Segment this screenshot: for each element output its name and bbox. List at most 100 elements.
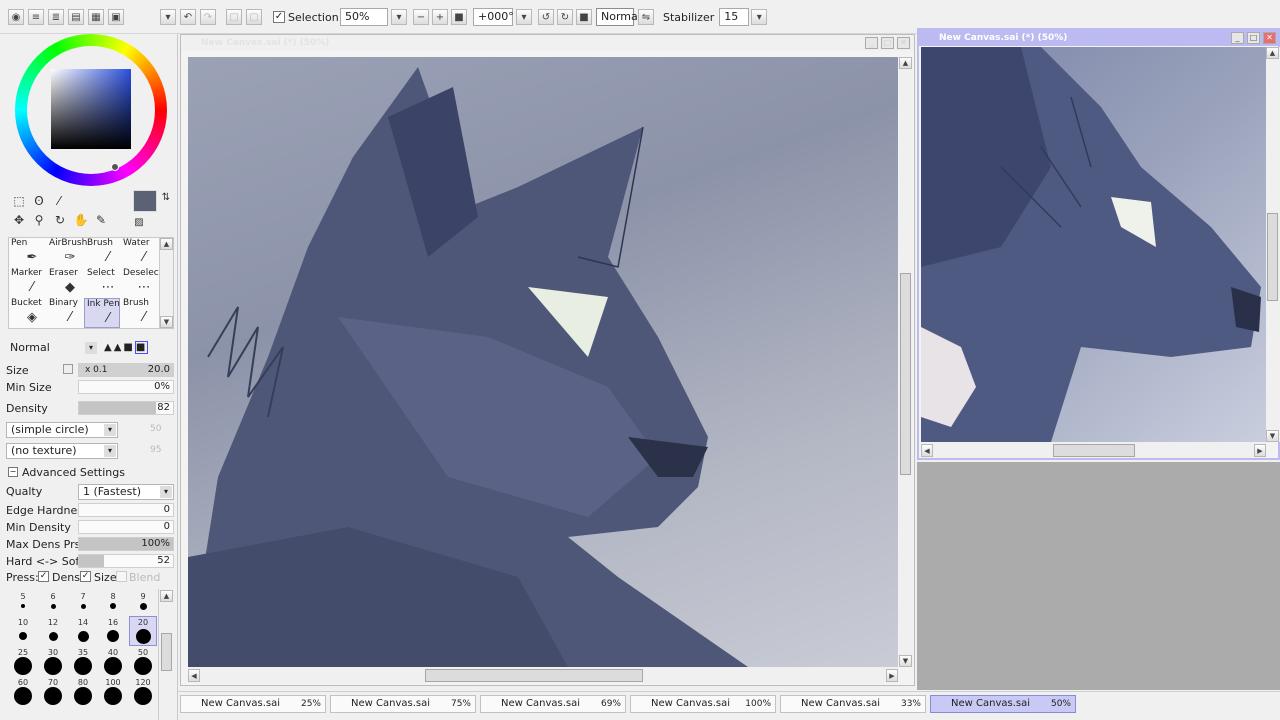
rotate-left-icon[interactable]: ↺ xyxy=(538,9,554,25)
selection-checkbox[interactable]: ✓ xyxy=(273,11,285,23)
soft-edge-icon[interactable]: ■ xyxy=(123,342,134,353)
scroll-up-icon[interactable]: ▲ xyxy=(1266,47,1279,59)
size-multiplier-checkbox[interactable] xyxy=(63,364,73,374)
advanced-settings-header[interactable]: − Advanced Settings xyxy=(6,465,174,481)
menu-arrow-icon[interactable]: ▾ xyxy=(160,9,176,25)
color-wheel-toggle-icon[interactable]: ◉ xyxy=(8,9,24,25)
close-icon[interactable]: ✕ xyxy=(897,37,910,49)
swatches-toggle-icon[interactable]: ▦ xyxy=(88,9,104,25)
rect-select-icon[interactable]: ⬚ xyxy=(12,194,26,208)
maximize-icon[interactable]: □ xyxy=(881,37,894,49)
minimize-icon[interactable]: _ xyxy=(1231,32,1244,44)
canvas-tab[interactable]: New Canvas.sai 69% xyxy=(480,695,626,713)
scroll-right-icon[interactable]: ▶ xyxy=(886,669,898,682)
brush-size-option[interactable] xyxy=(9,586,37,616)
zoom-tool-icon[interactable]: ⚲ xyxy=(32,213,46,227)
main-vertical-scrollbar[interactable]: ▲ ▼ xyxy=(899,57,913,667)
second-horizontal-scrollbar[interactable]: ◀ ▶ xyxy=(921,442,1266,458)
tool-brush[interactable]: Brush ⁄ xyxy=(85,238,121,268)
canvas-tab-active[interactable]: New Canvas.sai 50% xyxy=(930,695,1076,713)
rotation-field[interactable]: +000° xyxy=(473,8,514,26)
scroll-right-icon[interactable]: ▶ xyxy=(1254,444,1266,457)
main-horizontal-thumb[interactable] xyxy=(425,669,643,682)
stabilizer-field[interactable]: 15 xyxy=(719,8,750,26)
second-vertical-scrollbar[interactable]: ▲ ▼ xyxy=(1266,47,1280,442)
main-horizontal-scrollbar[interactable]: ◀ ▶ xyxy=(188,667,898,683)
selection-toggle[interactable]: ✓ Selection xyxy=(273,8,339,26)
hsv-slider-toggle-icon[interactable]: ≣ xyxy=(48,9,64,25)
canvas-tab[interactable]: New Canvas.sai 100% xyxy=(630,695,776,713)
scroll-up-icon[interactable]: ▲ xyxy=(160,590,173,602)
min-density-slider[interactable]: 0 xyxy=(78,520,174,534)
flat-edge-icon[interactable]: ■ xyxy=(134,341,149,354)
tool-deselect[interactable]: Deselect ⋯ xyxy=(121,268,162,298)
edge-hardness-slider[interactable]: 0 xyxy=(78,503,174,517)
canvas-tab[interactable]: New Canvas.sai 25% xyxy=(180,695,326,713)
tool-binary[interactable]: Binary ⁄ xyxy=(47,298,83,328)
maximize-icon[interactable]: □ xyxy=(1247,32,1260,44)
blend-mode-field[interactable]: Normal xyxy=(596,8,641,26)
brush-mode-dropdown[interactable]: Normal ▾ xyxy=(6,341,98,357)
canvas-tab[interactable]: New Canvas.sai 75% xyxy=(330,695,476,713)
tool-select[interactable]: Select ⋯ xyxy=(85,268,121,298)
rotation-dropdown-icon[interactable]: ▾ xyxy=(516,9,532,25)
scroll-down-icon[interactable]: ▼ xyxy=(1266,430,1279,442)
move-icon[interactable]: ✥ xyxy=(12,213,26,227)
zoom-field[interactable]: 50% xyxy=(340,8,388,26)
brush-size-option[interactable] xyxy=(129,586,157,616)
size-checkbox[interactable]: ✓ xyxy=(80,571,91,582)
tool-bucket[interactable]: Bucket ◈ xyxy=(9,298,45,328)
scroll-up-icon[interactable]: ▲ xyxy=(160,238,173,250)
hand-tool-icon[interactable]: ✋ xyxy=(74,213,89,227)
lasso-icon[interactable]: ʘ xyxy=(32,194,46,208)
tool-eraser[interactable]: Eraser ◆ xyxy=(47,268,83,298)
hard-edge-icon[interactable]: ▲ xyxy=(104,342,114,353)
hard-soft-slider[interactable]: 52 xyxy=(78,554,174,568)
brush-shape-dropdown[interactable]: (simple circle) ▾ xyxy=(6,422,118,438)
flip-horizontal-icon[interactable]: ⇋ xyxy=(638,9,654,25)
scroll-down-icon[interactable]: ▼ xyxy=(160,316,173,328)
main-canvas-artwork[interactable] xyxy=(188,57,898,667)
transparent-color-icon[interactable]: ▨ xyxy=(132,215,146,229)
scroll-down-icon[interactable]: ▼ xyxy=(899,655,912,667)
tool-airbrush[interactable]: AirBrush ✑ xyxy=(47,238,87,268)
scroll-left-icon[interactable]: ◀ xyxy=(188,669,200,682)
zoom-reset-icon[interactable]: ■ xyxy=(451,9,467,25)
rotate-right-icon[interactable]: ↻ xyxy=(557,9,573,25)
rotate-reset-icon[interactable]: ■ xyxy=(576,9,592,25)
tool-grid-scrollbar[interactable]: ▲ ▼ xyxy=(159,238,173,328)
zoom-in-icon[interactable]: + xyxy=(432,9,448,25)
brush-size-option[interactable] xyxy=(99,586,127,616)
tool-pen[interactable]: Pen ✒ xyxy=(9,238,45,268)
min-size-slider[interactable]: 0% xyxy=(78,380,174,394)
deselect-icon[interactable]: □ xyxy=(226,9,242,25)
undo-icon[interactable]: ↶ xyxy=(180,9,196,25)
saturation-value-square[interactable] xyxy=(51,69,131,149)
size-slider[interactable]: x 0.1 20.0 xyxy=(78,363,174,377)
brush-texture-dropdown[interactable]: (no texture) ▾ xyxy=(6,443,118,459)
current-color-swatch[interactable] xyxy=(133,190,157,212)
canvas-tab[interactable]: New Canvas.sai 33% xyxy=(780,695,926,713)
swap-colors-icon[interactable]: ⇅ xyxy=(159,190,173,204)
brush-size-scroll-thumb[interactable] xyxy=(161,633,172,671)
tool-water[interactable]: Water ⁄ xyxy=(121,238,157,268)
magic-wand-icon[interactable]: ⁄ xyxy=(52,194,66,208)
brush-size-option[interactable] xyxy=(39,586,67,616)
tool-marker[interactable]: Marker ⁄ xyxy=(9,268,45,298)
minimize-icon[interactable]: _ xyxy=(865,37,878,49)
max-dens-slider[interactable]: 100% xyxy=(78,537,174,551)
medium-edge-icon[interactable]: ▲ xyxy=(114,342,124,353)
color-mixer-toggle-icon[interactable]: ▤ xyxy=(68,9,84,25)
scratchpad-toggle-icon[interactable]: ▣ xyxy=(108,9,124,25)
scroll-left-icon[interactable]: ◀ xyxy=(921,444,933,457)
rgb-slider-toggle-icon[interactable]: ≡ xyxy=(28,9,44,25)
stabilizer-dropdown-icon[interactable]: ▾ xyxy=(751,9,768,25)
density-slider[interactable]: 82 xyxy=(78,401,174,415)
scroll-up-icon[interactable]: ▲ xyxy=(899,57,912,69)
second-horizontal-thumb[interactable] xyxy=(1053,444,1135,457)
second-vertical-thumb[interactable] xyxy=(1267,213,1278,301)
tool-brush-2[interactable]: Brush ⁄ xyxy=(121,298,157,328)
brush-size-option[interactable] xyxy=(69,586,97,616)
color-wheel[interactable] xyxy=(15,34,167,186)
zoom-out-icon[interactable]: − xyxy=(413,9,429,25)
